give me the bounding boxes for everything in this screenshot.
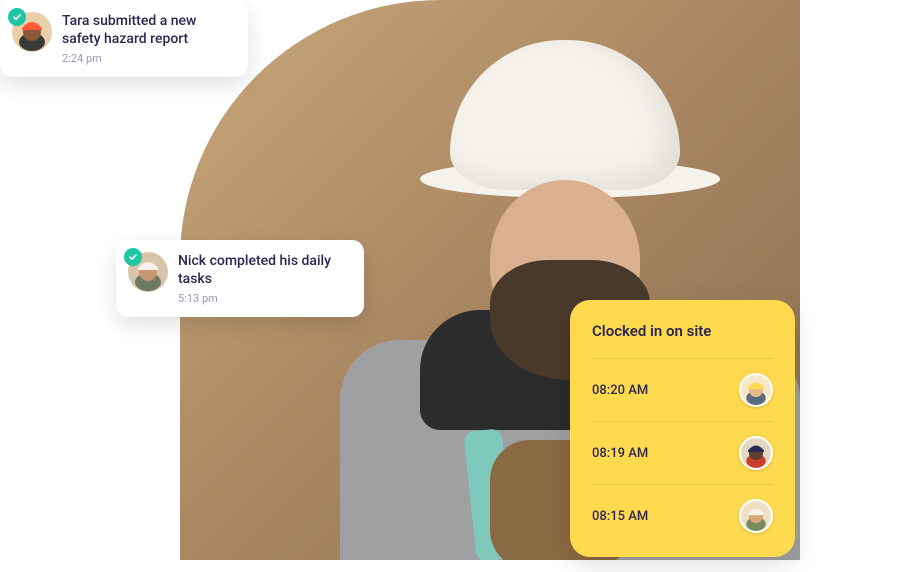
clock-in-row[interactable]: 08:15 AM bbox=[592, 484, 773, 547]
notification-time: 2:24 pm bbox=[62, 52, 232, 65]
notification-message: Nick completed his daily tasks bbox=[178, 252, 348, 288]
notification-card[interactable]: Tara submitted a new safety hazard repor… bbox=[0, 0, 248, 77]
notification-time: 5:13 pm bbox=[178, 292, 348, 305]
clock-in-time: 08:15 AM bbox=[592, 509, 648, 524]
check-badge-icon bbox=[8, 8, 26, 26]
check-badge-icon bbox=[124, 248, 142, 266]
clock-in-row[interactable]: 08:19 AM bbox=[592, 421, 773, 484]
clocked-in-panel: Clocked in on site 08:20 AM 08:19 AM 08:… bbox=[570, 300, 795, 557]
avatar bbox=[12, 12, 52, 52]
avatar bbox=[739, 436, 773, 470]
panel-title: Clocked in on site bbox=[592, 322, 773, 340]
clock-in-time: 08:19 AM bbox=[592, 446, 648, 461]
notification-message: Tara submitted a new safety hazard repor… bbox=[62, 12, 232, 48]
avatar bbox=[739, 499, 773, 533]
notification-card[interactable]: Nick completed his daily tasks 5:13 pm bbox=[116, 240, 364, 317]
avatar bbox=[128, 252, 168, 292]
clock-in-time: 08:20 AM bbox=[592, 383, 648, 398]
clock-in-row[interactable]: 08:20 AM bbox=[592, 358, 773, 421]
avatar bbox=[739, 373, 773, 407]
